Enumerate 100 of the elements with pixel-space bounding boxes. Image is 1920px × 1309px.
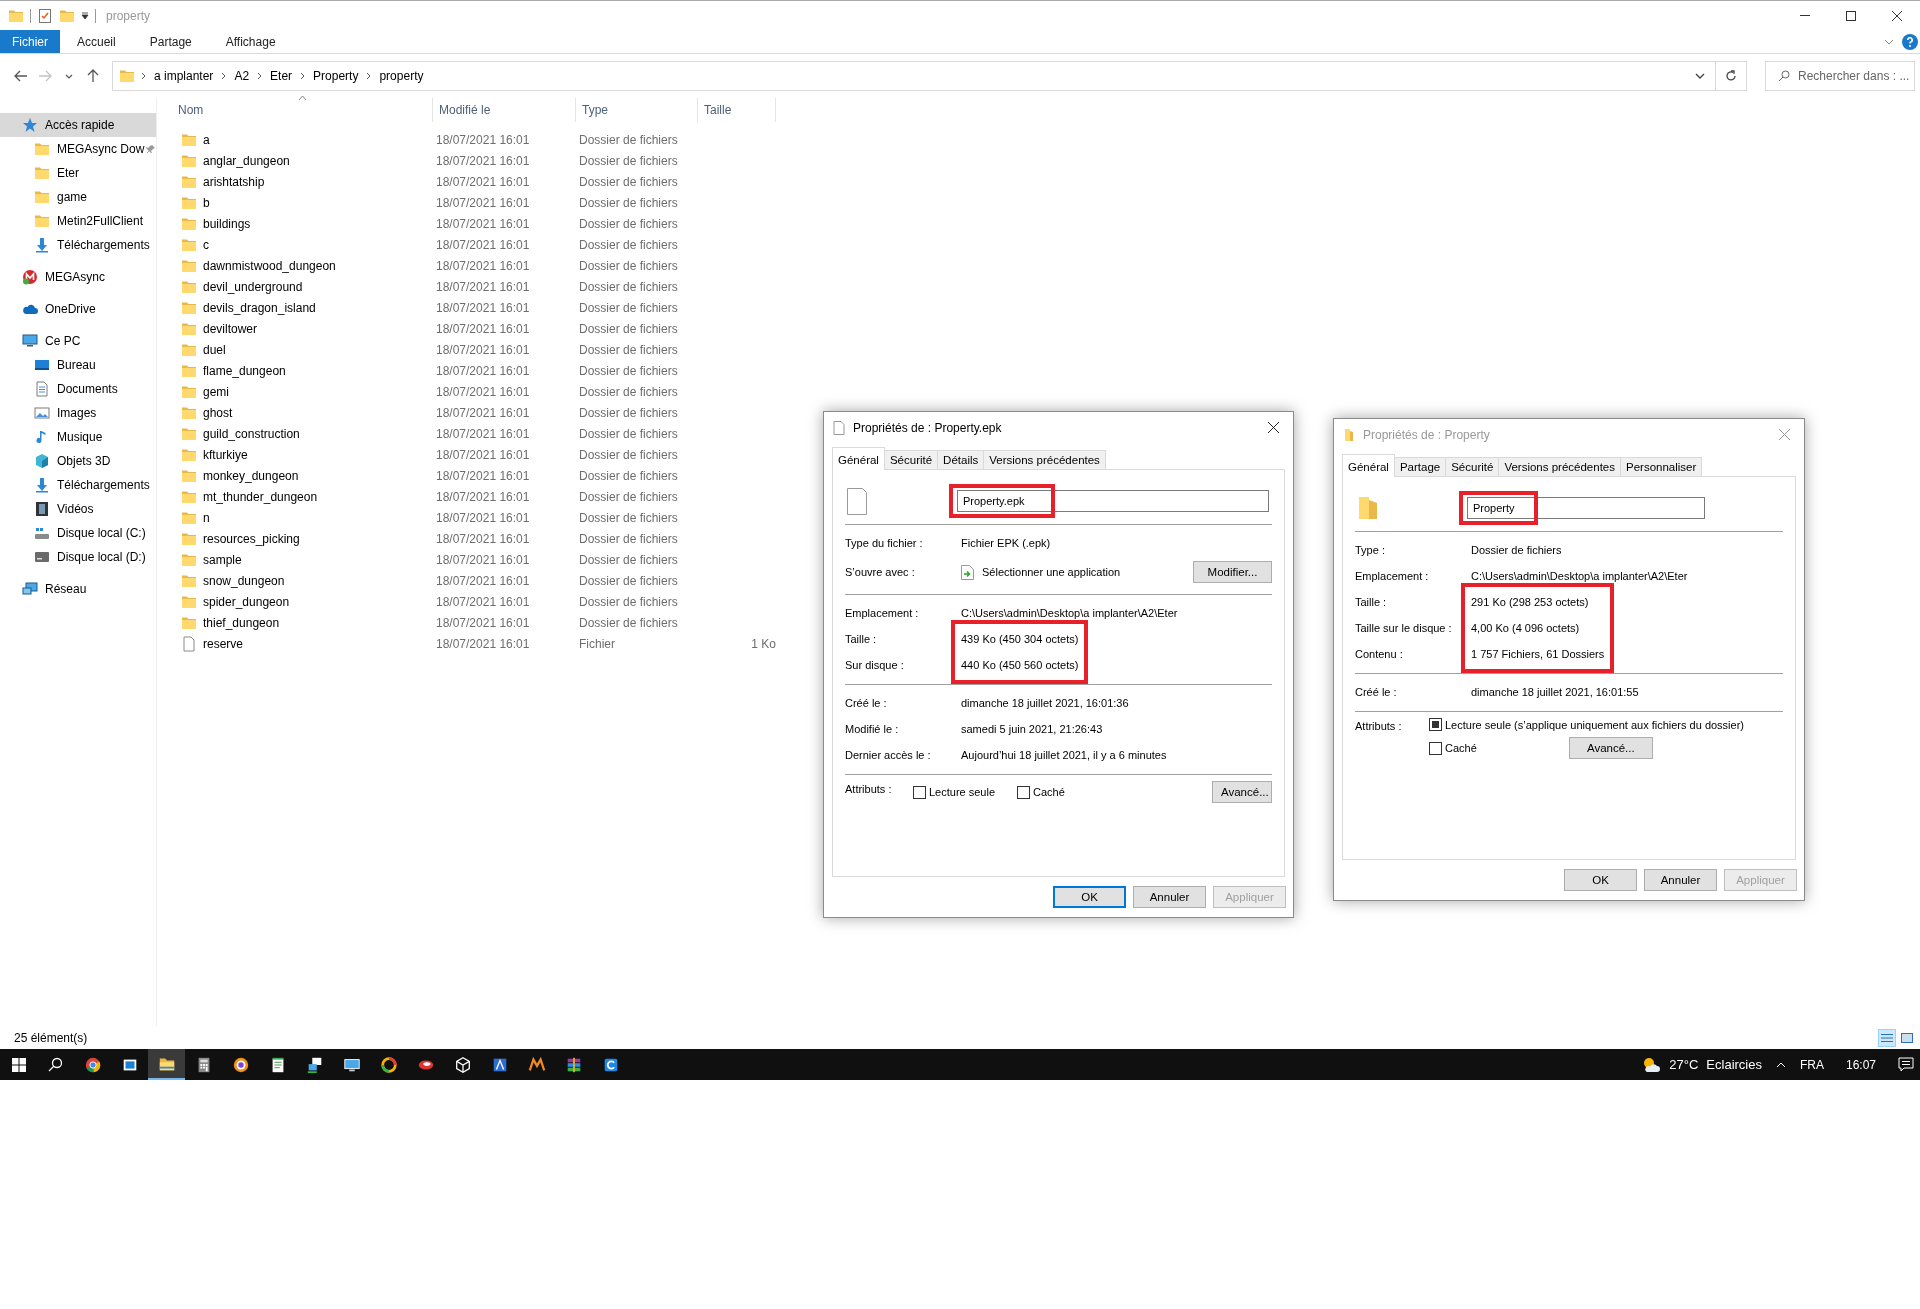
dialog-button[interactable]: Annuler — [1133, 886, 1206, 908]
download-arrow-icon — [34, 477, 50, 493]
dialog-button[interactable]: Annuler — [1644, 869, 1717, 891]
refresh-icon[interactable] — [1725, 70, 1737, 82]
chevron-down-icon[interactable] — [1695, 73, 1705, 79]
sidebar-item[interactable]: Musique — [0, 425, 156, 449]
dropdown-arrow-icon[interactable] — [81, 11, 89, 20]
breadcrumb-item[interactable]: Property — [311, 69, 361, 83]
file-name[interactable]: arishtatship — [178, 173, 433, 190]
file-name[interactable]: guild_construction — [178, 425, 433, 442]
name-field[interactable]: Property.epk — [957, 490, 1269, 512]
ribbon-tab[interactable]: Affichage — [208, 30, 293, 53]
address-bar[interactable]: a implanter A2 Eter Property property — [112, 61, 1747, 91]
tab[interactable]: Personnaliser — [1620, 457, 1703, 476]
file-name[interactable]: sample — [178, 551, 433, 568]
sidebar-item[interactable]: Vidéos — [0, 497, 156, 521]
advanced-button[interactable]: Avancé... — [1568, 737, 1653, 759]
breadcrumb-item[interactable]: a implanter — [152, 69, 216, 83]
file-name[interactable]: anglar_dungeon — [178, 152, 433, 169]
language-indicator[interactable]: FRA — [1799, 1057, 1824, 1072]
checkbox[interactable]: Caché — [1017, 785, 1065, 799]
ribbon-tab[interactable]: Partage — [132, 30, 209, 53]
field-label: Dernier accès le : — [845, 749, 932, 761]
sidebar-item[interactable]: Objets 3D — [0, 449, 156, 473]
file-name[interactable]: reserve — [178, 635, 433, 652]
file-name[interactable]: gemi — [178, 383, 433, 400]
file-name[interactable]: n — [178, 509, 433, 526]
sidebar-item[interactable]: OneDrive — [0, 297, 156, 321]
checkbox[interactable]: Caché — [1429, 741, 1477, 755]
tab[interactable]: Versions précédentes — [983, 450, 1106, 469]
column-header[interactable]: Type — [576, 98, 698, 122]
checklist-icon[interactable] — [37, 7, 53, 24]
file-name[interactable]: b — [178, 194, 433, 211]
details-view-button[interactable] — [1878, 1028, 1896, 1047]
sidebar-item[interactable]: MEGAsync Dow — [0, 137, 156, 161]
tab[interactable]: Général — [1342, 454, 1395, 477]
tab[interactable]: Général — [832, 447, 885, 470]
field-value: 439 Ko (450 304 octets) — [961, 632, 1079, 647]
sidebar-item[interactable]: Réseau — [0, 577, 156, 601]
sidebar-item[interactable]: Disque local (D:) — [0, 545, 156, 569]
taskbar-button[interactable] — [148, 1049, 185, 1080]
file-name[interactable]: snow_dungeon — [178, 572, 433, 589]
dialog-button[interactable]: OK — [1564, 869, 1637, 891]
name-field[interactable]: Property — [1467, 497, 1705, 519]
change-button[interactable]: Modifier... — [1193, 561, 1272, 583]
field-label: Attributs : — [1355, 719, 1403, 732]
column-header[interactable]: Nom — [178, 98, 433, 122]
breadcrumb-item[interactable]: Eter — [268, 69, 295, 83]
file-name[interactable]: dawnmistwood_dungeon — [178, 257, 433, 274]
breadcrumb-item[interactable]: A2 — [232, 69, 252, 83]
tab[interactable]: Partage — [1393, 457, 1447, 476]
sidebar-item[interactable]: Disque local (C:) — [0, 521, 156, 545]
sidebar-item[interactable]: Téléchargements — [0, 473, 156, 497]
file-name[interactable]: thief_dungeon — [178, 614, 433, 631]
sidebar-item[interactable]: Eter — [0, 161, 156, 185]
help-icon[interactable] — [1902, 33, 1918, 50]
tab[interactable]: Sécurité — [883, 450, 939, 469]
sidebar-item[interactable]: Ce PC — [0, 329, 156, 353]
sidebar-item[interactable]: Metin2FullClient — [0, 209, 156, 233]
advanced-button[interactable]: Avancé... — [1212, 781, 1272, 803]
column-header[interactable]: Modifié le — [433, 98, 576, 122]
notification-icon[interactable] — [1898, 1057, 1914, 1072]
file-name[interactable]: devils_dragon_island — [178, 299, 433, 316]
file-name[interactable]: devil_underground — [178, 278, 433, 295]
chevron-up-icon[interactable] — [1775, 1061, 1786, 1068]
sidebar-item[interactable]: Bureau — [0, 353, 156, 377]
sidebar-item[interactable]: Accès rapide — [0, 113, 156, 137]
file-name[interactable]: monkey_dungeon — [178, 467, 433, 484]
file-name[interactable]: resources_picking — [178, 530, 433, 547]
breadcrumb-item[interactable]: property — [377, 69, 426, 83]
tab[interactable]: Détails — [937, 450, 985, 469]
file-name[interactable]: kfturkiye — [178, 446, 433, 463]
sidebar-item[interactable]: MEGAsync — [0, 265, 156, 289]
file-name[interactable]: ghost — [178, 404, 433, 421]
checkbox[interactable]: Lecture seule (s’applique uniquement aux fichiers du dossier) — [1429, 718, 1744, 731]
file-name[interactable]: spider_dungeon — [178, 593, 433, 610]
sidebar-item[interactable]: Téléchargements — [0, 233, 156, 257]
file-name[interactable]: duel — [178, 341, 433, 358]
table-cell-text: Dossier de fichiers — [578, 300, 679, 315]
file-name[interactable]: c — [178, 236, 433, 253]
tab[interactable]: Versions précédentes — [1498, 457, 1621, 476]
checkbox[interactable]: Lecture seule — [913, 785, 996, 799]
ribbon-tab[interactable]: Accueil — [60, 30, 133, 53]
search-field[interactable]: Rechercher dans : ... — [1765, 61, 1915, 91]
search-icon — [48, 1057, 63, 1072]
file-name[interactable]: mt_thunder_dungeon — [178, 488, 433, 505]
file-name[interactable]: a — [178, 131, 433, 148]
file-name[interactable]: deviltower — [178, 320, 433, 337]
sidebar-item[interactable]: game — [0, 185, 156, 209]
field-label: Attributs : — [845, 782, 893, 795]
tab[interactable]: Sécurité — [1445, 457, 1500, 476]
file-name[interactable]: flame_dungeon — [178, 362, 433, 379]
table-cell-text: Dossier de fichiers — [578, 615, 679, 630]
clock[interactable]: 16:07 — [1845, 1057, 1876, 1072]
file-name[interactable]: buildings — [178, 215, 433, 232]
column-header[interactable]: Taille — [698, 98, 776, 122]
dialog-button[interactable]: OK — [1053, 886, 1126, 908]
sidebar-item[interactable]: Documents — [0, 377, 156, 401]
ribbon-tab[interactable]: Fichier — [0, 30, 60, 53]
sidebar-item[interactable]: Images — [0, 401, 156, 425]
